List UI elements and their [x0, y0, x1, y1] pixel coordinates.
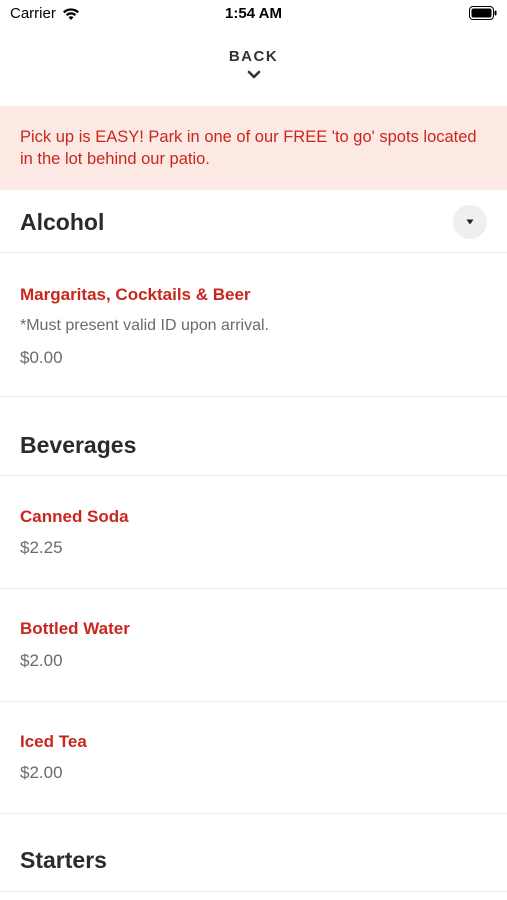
- menu-item-iced-tea[interactable]: Iced Tea $2.00: [0, 702, 507, 814]
- menu-item-bottled-water[interactable]: Bottled Water $2.00: [0, 589, 507, 702]
- section-header-alcohol[interactable]: Alcohol: [0, 190, 507, 253]
- section-title: Starters: [20, 847, 107, 873]
- section-title: Alcohol: [20, 209, 105, 235]
- section-title: Beverages: [20, 432, 137, 458]
- menu-item-canned-soda[interactable]: Canned Soda $2.25: [0, 476, 507, 589]
- back-button[interactable]: BACK: [0, 48, 507, 81]
- item-price: $2.00: [20, 651, 63, 670]
- pickup-banner: Pick up is EASY! Park in one of our FREE…: [0, 106, 507, 190]
- section-header-beverages[interactable]: Beverages: [0, 397, 507, 476]
- back-label: BACK: [228, 48, 279, 65]
- status-bar: Carrier 1:54 AM: [0, 0, 507, 30]
- item-description: *Must present valid ID upon arrival.: [20, 317, 269, 334]
- menu-item-margaritas[interactable]: Margaritas, Cocktails & Beer *Must prese…: [0, 253, 507, 397]
- item-price: $0.00: [20, 348, 63, 367]
- item-name: Margaritas, Cocktails & Beer: [20, 285, 251, 304]
- status-time: 1:54 AM: [225, 5, 282, 22]
- banner-text: Pick up is EASY! Park in one of our FREE…: [20, 128, 477, 168]
- section-header-starters[interactable]: Starters: [0, 814, 507, 892]
- dropdown-button[interactable]: [453, 205, 487, 239]
- item-name: Bottled Water: [20, 619, 130, 638]
- item-price: $2.00: [20, 763, 63, 782]
- battery-icon: [469, 6, 497, 20]
- caret-down-icon: [466, 219, 474, 225]
- item-price: $2.25: [20, 538, 63, 557]
- item-name: Canned Soda: [20, 507, 129, 526]
- chevron-down-icon: [247, 70, 260, 79]
- item-name: Iced Tea: [20, 732, 87, 751]
